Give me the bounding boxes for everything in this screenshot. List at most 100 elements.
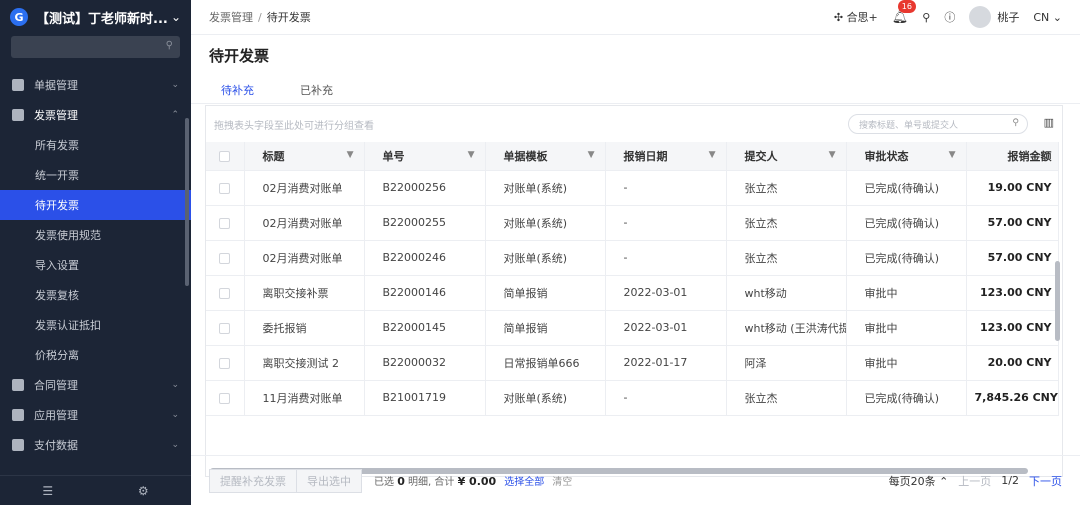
sidebar-item-invoices[interactable]: 发票管理 ⌃ [0, 100, 191, 130]
clear-selection-link[interactable]: 清空 [552, 473, 572, 488]
workspace-header[interactable]: G 【测试】丁老师新时... ⌄ [0, 0, 191, 34]
sidebar-item-contracts[interactable]: 合同管理 ⌄ [0, 370, 191, 400]
group-drop-zone[interactable]: 拖拽表头字段至此处可进行分组查看 搜索标题、单号或提交人 ⚲ ▥ [206, 106, 1062, 142]
cell-date: - [605, 205, 727, 241]
sidebar-item-documents[interactable]: 单据管理 ⌄ [0, 70, 191, 100]
column-label: 提交人 [744, 149, 778, 163]
table-row[interactable]: 02月消费对账单 B22000246 对账单(系统) - 张立杰 已完成(待确认… [206, 240, 1059, 276]
contract-icon [12, 379, 24, 391]
table-row[interactable]: 11月消费对账单 B21001719 对账单(系统) - 张立杰 已完成(待确认… [206, 380, 1059, 416]
submenu-invoice-deduction[interactable]: 发票认证抵扣 [0, 310, 191, 340]
tab-divider [191, 103, 1080, 104]
sidebar-scrollbar[interactable] [185, 118, 189, 286]
menu-collapse-icon[interactable]: ☰ [42, 484, 53, 498]
search-icon: ⚲ [1012, 118, 1019, 128]
select-all-link[interactable]: 选择全部 [504, 473, 544, 488]
next-page-button[interactable]: 下一页 [1029, 473, 1062, 489]
chevron-down-icon: ⌄ [171, 80, 179, 90]
row-checkbox-cell[interactable] [206, 310, 245, 346]
filter-icon[interactable]: ▼ [347, 150, 354, 160]
column-label: 单号 [382, 149, 405, 163]
column-header-status[interactable]: 审批状态 ▼ [846, 142, 967, 171]
cell-amount: 19.00 CNY [966, 170, 1059, 206]
table-row[interactable]: 离职交接测试 2 B22000032 日常报销单666 2022-01-17 阿… [206, 345, 1059, 381]
cell-template: 对账单(系统) [485, 205, 606, 241]
prev-page-button[interactable]: 上一页 [958, 473, 991, 489]
checkbox[interactable] [219, 287, 231, 299]
cell-template: 日常报销单666 [485, 345, 606, 381]
checkbox[interactable] [219, 392, 231, 404]
row-checkbox-cell[interactable] [206, 170, 245, 206]
table-row[interactable]: 离职交接补票 B22000146 简单报销 2022-03-01 wht移动 审… [206, 275, 1059, 311]
row-checkbox-cell[interactable] [206, 380, 245, 416]
cell-title: 11月消费对账单 [244, 380, 365, 416]
submenu-invoice-rules[interactable]: 发票使用规范 [0, 220, 191, 250]
table-search-input[interactable]: 搜索标题、单号或提交人 ⚲ [848, 114, 1028, 134]
checkbox[interactable] [219, 357, 231, 369]
filter-icon[interactable]: ▼ [949, 150, 956, 160]
notification-button[interactable]: 🔔︎ 16 [892, 0, 916, 25]
filter-icon[interactable]: ▼ [829, 150, 836, 160]
submenu-tax-separation[interactable]: 价税分离 [0, 340, 191, 370]
columns-icon[interactable]: ▥ [1044, 116, 1054, 129]
user-menu[interactable]: 桃子 [969, 6, 1019, 28]
row-checkbox-cell[interactable] [206, 240, 245, 276]
submenu-pending-invoices[interactable]: 待开发票 [0, 190, 191, 220]
checkbox[interactable] [219, 252, 231, 264]
table-row[interactable]: 02月消费对账单 B22000256 对账单(系统) - 张立杰 已完成(待确认… [206, 170, 1059, 206]
column-header-title[interactable]: 标题 ▼ [244, 142, 365, 171]
cell-title: 02月消费对账单 [244, 170, 365, 206]
cell-submitter: wht移动 (王洪涛代提交) [726, 310, 847, 346]
checkbox[interactable] [219, 217, 231, 229]
cell-amount: 123.00 CNY [966, 310, 1059, 346]
row-checkbox-cell[interactable] [206, 345, 245, 381]
submenu-invoice-review[interactable]: 发票复核 [0, 280, 191, 310]
cell-date: - [605, 170, 727, 206]
export-selected-button[interactable]: 导出选中 [297, 468, 362, 493]
cell-amount: 57.00 CNY [966, 205, 1059, 241]
breadcrumb-parent[interactable]: 发票管理 [209, 11, 253, 24]
row-checkbox-cell[interactable] [206, 275, 245, 311]
filter-icon[interactable]: ▼ [588, 150, 595, 160]
column-header-submitter[interactable]: 提交人 ▼ [726, 142, 847, 171]
submenu-all-invoices[interactable]: 所有发票 [0, 130, 191, 160]
checkbox[interactable] [219, 182, 231, 194]
hexi-plus-button[interactable]: ✣ 合思+ [834, 9, 878, 25]
chevron-down-icon[interactable]: ⌄ [171, 10, 181, 24]
checkbox[interactable] [219, 150, 231, 162]
page-size-select[interactable]: 每页20条 ⌃ [889, 473, 949, 489]
filter-icon[interactable]: ▼ [709, 150, 716, 160]
column-header-template[interactable]: 单据模板 ▼ [485, 142, 606, 171]
submenu-import-settings[interactable]: 导入设置 [0, 250, 191, 280]
cell-status: 已完成(待确认) [846, 380, 967, 416]
select-all-checkbox[interactable] [206, 142, 245, 171]
cell-number: B22000146 [364, 275, 486, 311]
cell-title: 委托报销 [244, 310, 365, 346]
column-header-amount[interactable]: 报销金额 [966, 142, 1059, 171]
table-vertical-scrollbar[interactable] [1055, 261, 1060, 341]
detail-label: 明细, 合计 [408, 477, 455, 488]
chevron-down-icon: ⌄ [171, 380, 179, 390]
table-row[interactable]: 02月消费对账单 B22000255 对账单(系统) - 张立杰 已完成(待确认… [206, 205, 1059, 241]
language-switcher[interactable]: CN ⌄ [1033, 11, 1062, 24]
sidebar-item-payment-data[interactable]: 支付数据 ⌄ [0, 430, 191, 460]
sidebar-item-label: 发票管理 [34, 109, 78, 122]
table-row[interactable]: 委托报销 B22000145 简单报销 2022-03-01 wht移动 (王洪… [206, 310, 1059, 346]
settings-icon[interactable]: ⚙ [138, 484, 149, 498]
submenu-unified-billing[interactable]: 统一开票 [0, 160, 191, 190]
payment-icon [12, 439, 24, 451]
row-checkbox-cell[interactable] [206, 205, 245, 241]
cell-title: 离职交接测试 2 [244, 345, 365, 381]
search-icon[interactable]: ⚲ [922, 11, 930, 24]
chevron-down-icon: ⌄ [171, 440, 179, 450]
sidebar-item-apps[interactable]: 应用管理 ⌄ [0, 400, 191, 430]
column-header-date[interactable]: 报销日期 ▼ [605, 142, 727, 171]
chevron-down-icon: ⌄ [171, 410, 179, 420]
checkbox[interactable] [219, 322, 231, 334]
filter-icon[interactable]: ▼ [468, 150, 475, 160]
column-header-number[interactable]: 单号 ▼ [364, 142, 486, 171]
top-bar: 发票管理 / 待开发票 ✣ 合思+ 🔔︎ 16 ⚲ ⓘ 桃子 CN ⌄ [191, 0, 1080, 35]
help-icon[interactable]: ⓘ [944, 9, 955, 25]
sidebar-search-input[interactable]: ⚲ [11, 36, 180, 58]
remind-supplement-button[interactable]: 提醒补充发票 [209, 468, 297, 493]
